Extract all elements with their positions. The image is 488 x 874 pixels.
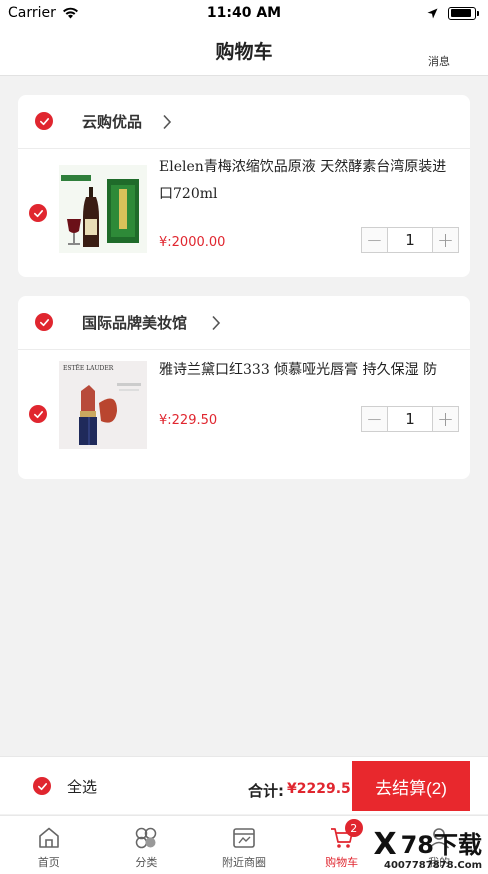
tab-label: 分类	[135, 856, 158, 869]
quantity-value[interactable]: 1	[388, 407, 432, 431]
check-icon	[39, 318, 49, 326]
wifi-icon	[62, 7, 78, 19]
store-card: 云购优品 Elelen青梅浓缩饮品原液 天然酵素台湾原装进口720ml ¥:20…	[18, 95, 470, 277]
status-left: Carrier	[8, 5, 79, 21]
tab-bar: 首页 分类 附近商圈 2 购物车 我的 X 78下载 4007787878.Co…	[0, 815, 488, 874]
product-name[interactable]: Elelen青梅浓缩饮品原液 天然酵素台湾原装进口720ml	[159, 154, 459, 208]
chevron-right-icon[interactable]	[162, 114, 172, 130]
item-checkbox[interactable]	[29, 405, 47, 423]
checkout-button[interactable]: 去结算(2)	[352, 761, 470, 811]
product-thumbnail[interactable]	[59, 165, 147, 253]
status-right	[427, 6, 479, 20]
increase-button[interactable]: +	[432, 228, 458, 252]
battery-icon	[448, 6, 479, 20]
store-name[interactable]: 国际品牌美妆馆	[82, 312, 187, 333]
site-watermark: X 78下载 4007787878.Com	[328, 826, 488, 874]
increase-button[interactable]: +	[432, 407, 458, 431]
page-title: 购物车	[215, 41, 273, 63]
status-bar: Carrier 11:40 AM	[0, 0, 488, 26]
product-price: ¥:229.50	[159, 413, 218, 428]
nav-bar: 购物车 消息	[0, 26, 488, 76]
category-icon	[136, 827, 157, 849]
select-all-checkbox[interactable]	[33, 777, 51, 795]
watermark-logo: X 78下载	[373, 826, 482, 862]
quantity-value[interactable]: 1	[388, 228, 432, 252]
check-icon	[33, 410, 43, 418]
battery-level	[450, 9, 472, 17]
tab-home[interactable]: 首页	[0, 816, 98, 874]
store-checkbox[interactable]	[35, 112, 53, 130]
quantity-stepper: − 1 +	[361, 406, 459, 432]
tab-category[interactable]: 分类	[98, 816, 196, 874]
store-header[interactable]: 云购优品	[18, 95, 470, 149]
nearby-shop-icon	[233, 828, 255, 848]
product-thumbnail[interactable]: ESTĒE LAUDER	[59, 361, 147, 449]
lipstick-image: ESTĒE LAUDER	[59, 361, 147, 449]
check-icon	[39, 117, 49, 125]
check-icon	[37, 782, 47, 790]
thumb-brand-text: ESTĒE LAUDER	[63, 365, 114, 372]
select-all-label[interactable]: 全选	[67, 776, 97, 797]
watermark-url: 4007787878.Com	[383, 859, 482, 871]
checkout-bar: 全选 合计: ¥2229.5 去结算(2)	[0, 756, 488, 814]
total-label: 合计:	[248, 782, 284, 800]
chevron-right-icon[interactable]	[211, 315, 221, 331]
watermark-text: 78下载	[400, 830, 482, 859]
store-name[interactable]: 云购优品	[82, 111, 142, 132]
home-icon	[38, 827, 59, 848]
tab-nearby[interactable]: 附近商圈	[195, 816, 293, 874]
watermark-x-mark: X	[373, 826, 397, 862]
plum-essence-bottle-image	[59, 165, 147, 253]
product-price: ¥:2000.00	[159, 235, 226, 250]
store-checkbox[interactable]	[35, 313, 53, 331]
location-arrow-icon	[427, 8, 438, 18]
store-card: 国际品牌美妆馆 ESTĒE LAUDER 雅诗兰黛口红333 倾慕哑光唇膏 持久…	[18, 296, 470, 479]
tab-label: 附近商圈	[221, 856, 266, 869]
quantity-stepper: − 1 +	[361, 227, 459, 253]
total-value: ¥2229.5	[287, 781, 351, 797]
item-checkbox[interactable]	[29, 204, 47, 222]
tab-label: 首页	[37, 856, 60, 869]
messages-button[interactable]: 消息	[428, 53, 450, 69]
check-icon	[33, 209, 43, 217]
store-header[interactable]: 国际品牌美妆馆	[18, 296, 470, 350]
decrease-button[interactable]: −	[362, 228, 388, 252]
product-name[interactable]: 雅诗兰黛口红333 倾慕哑光唇膏 持久保湿 防	[159, 357, 459, 384]
decrease-button[interactable]: −	[362, 407, 388, 431]
carrier-label: Carrier	[8, 5, 56, 21]
